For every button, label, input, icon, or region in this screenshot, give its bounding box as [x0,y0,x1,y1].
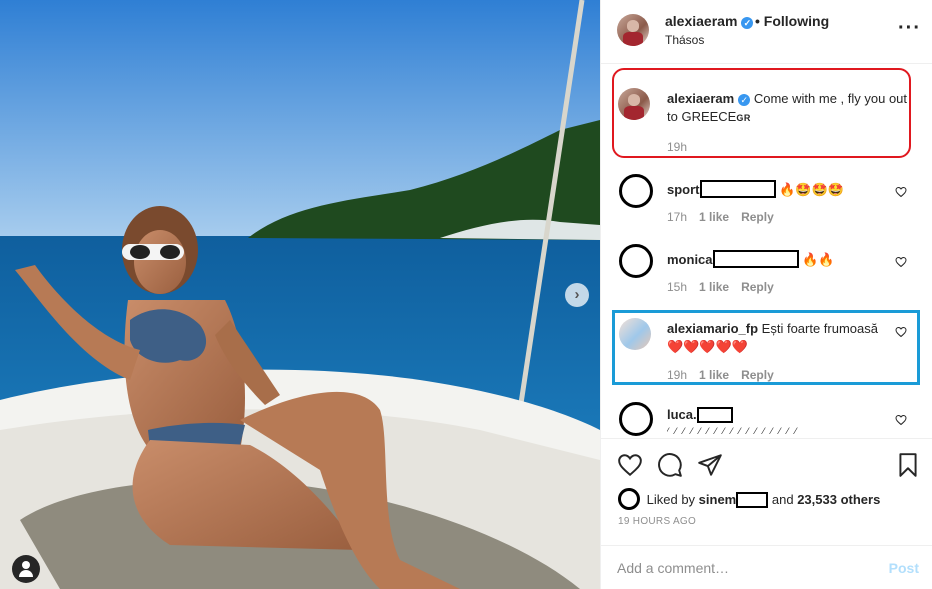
comment-time[interactable]: 17h [667,210,687,224]
post-photo[interactable]: › [0,0,600,589]
comment-line: luca. [667,407,733,423]
comment-likes[interactable]: 1 like [699,368,729,382]
comment-like-heart-icon[interactable] [895,186,907,198]
comment-time[interactable]: 15h [667,280,687,294]
follow-status[interactable]: • Following [755,13,829,29]
comment-composer: Add a comment… Post [601,545,932,589]
post-actions [601,438,932,488]
redaction-box [736,492,769,508]
comment-like-heart-icon[interactable] [895,256,907,268]
comment-bubble-icon[interactable] [657,452,683,478]
comment-meta: 15h 1 like Reply [667,280,786,294]
commenter-username[interactable]: monica [667,252,713,267]
post-comment-button[interactable]: Post [889,560,919,576]
verified-badge-icon: ✓ [741,17,754,29]
comment-emoji: ❤️❤️❤️❤️❤️ [667,339,748,354]
share-paper-plane-icon[interactable] [697,452,723,478]
caption-author-avatar[interactable] [618,88,650,120]
more-horizontal-icon[interactable]: ··· [898,18,921,38]
comment-likes[interactable]: 1 like [699,280,729,294]
comment-likes[interactable]: 1 like [699,210,729,224]
commenter-avatar[interactable] [619,318,651,350]
comment-like-heart-icon[interactable] [895,326,907,338]
post-timestamp[interactable]: 19 HOURS AGO [618,516,696,527]
commenter-avatar[interactable] [619,402,653,436]
comment-input[interactable]: Add a comment… [617,560,729,576]
save-bookmark-icon[interactable] [895,452,921,478]
reply-button[interactable]: Reply [741,368,774,382]
comment-emoji: 🔥🤩🤩🤩 [779,182,844,197]
likes-count[interactable]: 23,533 others [797,492,880,507]
commenter-avatar[interactable] [619,244,653,278]
comment-item: sport 🔥🤩🤩🤩 17h 1 like Reply [601,168,932,238]
reply-button[interactable]: Reply [741,280,774,294]
liker-username[interactable]: sinem [699,492,737,507]
redaction-box [699,180,776,198]
commenter-username[interactable]: alexiamario_fp [667,321,758,336]
next-image-button[interactable]: › [565,283,589,307]
comments-list[interactable]: alexiaeram ✓ Come with me , fly you out t… [601,64,932,438]
following-button[interactable]: Following [764,13,829,29]
comment-like-heart-icon[interactable] [895,414,907,426]
post-location[interactable]: Thásos [665,33,704,47]
author-avatar[interactable] [617,14,649,46]
comment-meta: 17h 1 like Reply [667,210,786,224]
caption-username[interactable]: alexiaeram [667,91,734,106]
comment-item: monica 🔥🔥 15h 1 like Reply [601,238,932,308]
photo-image [0,0,600,589]
commenter-username[interactable]: luca. [667,407,697,422]
caption-time[interactable]: 19h [667,140,687,154]
liker-avatar[interactable] [618,488,640,510]
caption-text: alexiaeram ✓ Come with me , fly you out t… [667,90,911,127]
like-heart-icon[interactable] [617,452,643,478]
comment-meta: 19h 1 like Reply [667,368,786,382]
redaction-box [696,407,733,423]
author-username[interactable]: alexiaeram ✓ [665,13,754,29]
reply-button[interactable]: Reply [741,210,774,224]
post-header: alexiaeram ✓ • Following Thásos ··· [601,0,932,64]
commenter-username[interactable]: sport [667,182,700,197]
comment-line: monica 🔥🔥 [667,250,835,268]
comment-line: alexiamario_fp Ești foarte frumoasă ❤️❤️… [667,320,897,356]
comment-time[interactable]: 19h [667,368,687,382]
truncated-comment-text: ⁄ ⁄ ⁄ ⁄ ⁄ ⁄ ⁄ ⁄ ⁄ ⁄ ⁄ ⁄ ⁄ ⁄ ⁄ ⁄ ⁄ [667,426,799,434]
redaction-box [712,250,799,268]
comment-text: Ești foarte frumoasă [761,321,878,336]
commenter-avatar[interactable] [619,174,653,208]
comment-line: sport 🔥🤩🤩🤩 [667,180,844,198]
flag-gr: GR [736,113,751,123]
tagged-users-icon[interactable] [12,555,40,583]
verified-badge-icon: ✓ [738,94,751,106]
post-details-panel: alexiaeram ✓ • Following Thásos ··· alexi… [600,0,932,589]
likes-summary: Liked by sinem and 23,533 others [618,488,880,510]
comment-emoji: 🔥🔥 [802,252,835,267]
